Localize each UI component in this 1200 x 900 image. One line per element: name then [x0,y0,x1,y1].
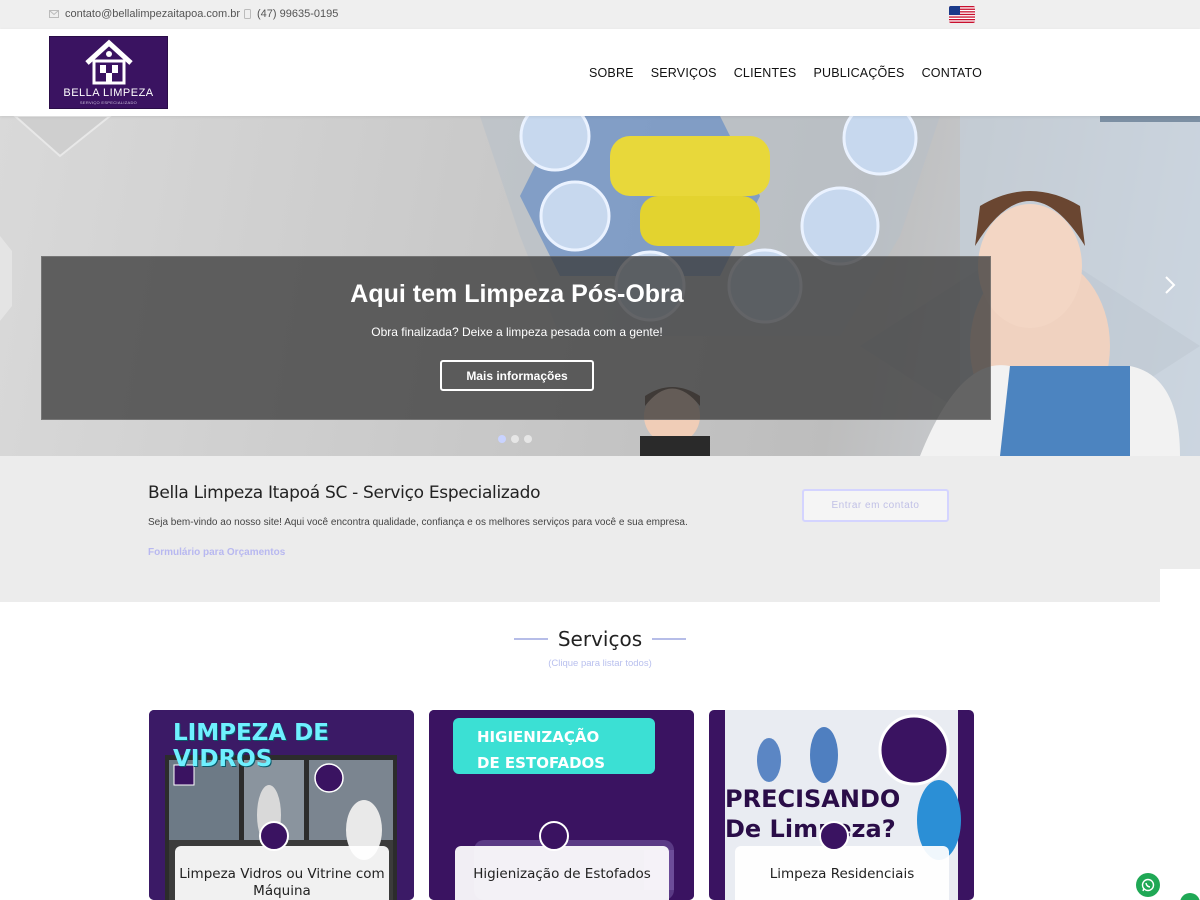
hero-caption-box: Aqui tem Limpeza Pós-Obra Obra finalizad… [41,256,991,420]
side-tab [1160,569,1200,602]
card-label: Limpeza Vidros ou Vitrine com Máquina [175,846,389,900]
slider-dot-3[interactable] [524,435,532,443]
mail-icon [49,10,59,18]
whatsapp-icon [1141,878,1155,892]
service-card-residential[interactable]: PRECISANDO De Limpeza? Limpeza Residenci… [709,710,974,900]
phone-text[interactable]: (47) 99635-0195 [257,8,338,20]
card-label: Limpeza Residenciais [735,846,949,900]
chevron-right-icon[interactable] [1156,271,1184,299]
services-heading[interactable]: Serviços [0,627,1200,651]
chat-bubble[interactable] [1180,893,1200,900]
nav-sobre[interactable]: SOBRE [589,66,634,80]
nav-contato[interactable]: CONTATO [922,66,982,80]
service-card-upholstery[interactable]: HIGIENIZAÇÃO DE ESTOFADOS Higienização d… [429,710,694,900]
heading-line-right [652,638,687,640]
site-header: BELLA LIMPEZA SERVIÇO ESPECIALIZADO SOBR… [0,29,1200,116]
card-logo-badge [539,821,569,851]
hero-slider: Aqui tem Limpeza Pós-Obra Obra finalizad… [0,116,1200,456]
card-image-title: HIGIENIZAÇÃO DE ESTOFADOS [477,728,606,772]
email-contact[interactable]: contato@bellalimpezaitapoa.com.br [49,8,240,20]
bella-limpeza-logo[interactable]: BELLA LIMPEZA SERVIÇO ESPECIALIZADO [49,36,168,109]
logo-subtitle: SERVIÇO ESPECIALIZADO [79,100,138,105]
nav-clientes[interactable]: CLIENTES [734,66,797,80]
card-logo-badge [259,821,289,851]
us-flag-icon[interactable] [949,6,975,23]
card-image-title: LIMPEZA DE VIDROS [173,720,329,772]
card-label: Higienização de Estofados [455,846,669,900]
main-nav: SOBRE SERVIÇOS CLIENTES PUBLICAÇÕES CONT… [589,66,982,80]
heading-line-left [513,638,548,640]
nav-servicos[interactable]: SERVIÇOS [651,66,717,80]
quote-form-link[interactable]: Formulário para Orçamentos [148,547,285,558]
phone-contact[interactable]: (47) 99635-0195 [244,8,338,20]
card-logo-badge [819,821,849,851]
whatsapp-button[interactable] [1136,873,1160,897]
hero-subtitle: Obra finalizada? Deixe a limpeza pesada … [371,325,663,339]
phone-icon [244,9,251,19]
top-bar: contato@bellalimpezaitapoa.com.br (47) 9… [0,0,1200,29]
service-card-glass-cleaning[interactable]: LIMPEZA DE VIDROS Limpeza Vidros ou Vitr… [149,710,414,900]
house-cleaning-icon [85,39,133,85]
intro-title: Bella Limpeza Itapoá SC - Serviço Especi… [148,483,541,503]
email-text[interactable]: contato@bellalimpezaitapoa.com.br [65,8,240,20]
intro-section: Bella Limpeza Itapoá SC - Serviço Especi… [0,456,1200,602]
intro-text: Seja bem-vindo ao nosso site! Aqui você … [148,517,688,528]
slider-dots [498,435,532,443]
more-info-button[interactable]: Mais informações [440,360,594,391]
contact-button[interactable]: Entrar em contato [802,489,949,522]
hero-title: Aqui tem Limpeza Pós-Obra [350,280,684,308]
nav-publicacoes[interactable]: PUBLICAÇÕES [813,66,904,80]
logo-text: BELLA LIMPEZA [63,87,154,99]
services-title: Serviços [557,627,643,651]
slider-dot-1[interactable] [498,435,506,443]
services-subtitle[interactable]: (Clique para listar todos) [0,658,1200,669]
slider-dot-2[interactable] [511,435,519,443]
